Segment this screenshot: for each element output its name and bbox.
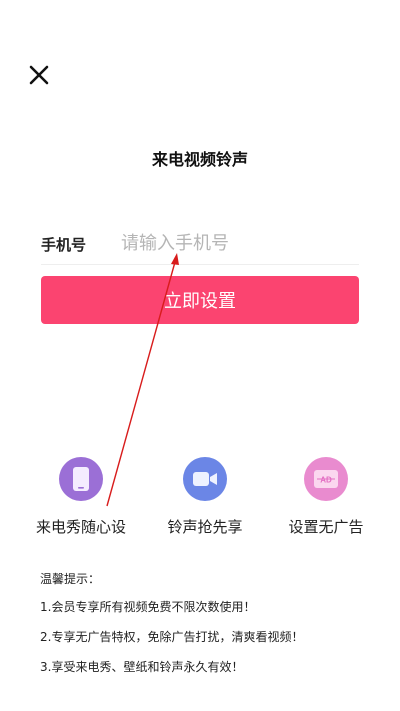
- phone-input[interactable]: [121, 226, 351, 260]
- feature-ringtone: 铃声抢先享: [150, 457, 260, 537]
- feature-label: 来电秀随心设: [35, 518, 126, 536]
- close-icon: [29, 65, 49, 85]
- tip-item: 1.会员专享所有视频免费不限次数使用！: [40, 600, 256, 614]
- close-button[interactable]: [26, 62, 52, 88]
- page-title: 来电视频铃声: [151, 150, 248, 169]
- feature-circle: AD: [304, 457, 348, 501]
- svg-text:AD: AD: [320, 476, 332, 485]
- phone-icon: [73, 467, 89, 491]
- feature-label: 设置无广告: [288, 518, 364, 536]
- feature-no-ads: AD 设置无广告: [271, 457, 381, 537]
- ad-icon: AD: [314, 470, 338, 488]
- tip-item: 3.享受来电秀、壁纸和铃声永久有效！: [40, 660, 244, 674]
- tips-title: 温馨提示：: [40, 572, 101, 586]
- tip-item: 2.专享无广告特权，免除广告打扰，清爽看视频！: [40, 630, 304, 644]
- phone-row: 手机号: [41, 224, 359, 265]
- phone-label: 手机号: [41, 236, 87, 254]
- video-camera-icon: [193, 472, 217, 486]
- submit-button[interactable]: 立即设置: [41, 276, 359, 324]
- feature-circle: [59, 457, 103, 501]
- feature-label: 铃声抢先享: [167, 518, 243, 536]
- feature-caller-show: 来电秀随心设: [26, 457, 136, 537]
- tips-section: 温馨提示： 1.会员专享所有视频免费不限次数使用！ 2.专享无广告特权，免除广告…: [40, 570, 303, 688]
- feature-circle: [183, 457, 227, 501]
